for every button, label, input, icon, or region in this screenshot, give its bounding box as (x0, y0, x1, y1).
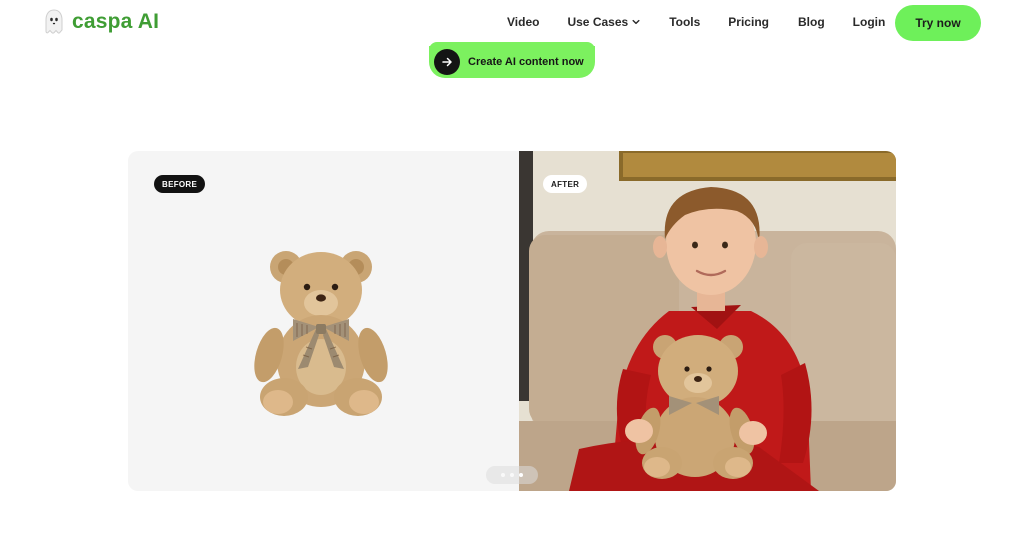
main-nav: Video Use Cases Tools Pricing Blog Login (507, 15, 885, 29)
before-pane: BEFORE (128, 151, 519, 491)
logo-text: caspa AI (72, 10, 160, 33)
nav-login[interactable]: Login (853, 15, 886, 29)
before-after-comparison: BEFORE AFTER (128, 151, 896, 491)
nav-video[interactable]: Video (507, 15, 539, 29)
site-header: caspa AI Video Use Cases Tools Pricing B… (0, 0, 1024, 46)
ghost-logo-icon (45, 9, 63, 34)
nav-use-cases[interactable]: Use Cases (567, 15, 640, 29)
child-with-teddy-image (519, 151, 896, 491)
teddy-bear-image (254, 251, 388, 416)
arrow-right-icon (434, 49, 460, 75)
create-content-button[interactable]: Create AI content now (429, 42, 595, 78)
logo-link[interactable]: caspa AI (44, 9, 159, 35)
arrow-right-glyph (442, 57, 452, 67)
nav-tools[interactable]: Tools (669, 15, 700, 29)
carousel-dot[interactable] (510, 473, 514, 477)
create-content-label: Create AI content now (468, 56, 584, 68)
after-pane: AFTER (519, 151, 896, 491)
nav-pricing[interactable]: Pricing (728, 15, 769, 29)
carousel-dot-active[interactable] (519, 473, 523, 477)
nav-use-cases-label: Use Cases (567, 15, 629, 29)
chevron-down-icon (632, 19, 640, 25)
carousel-dot[interactable] (501, 473, 505, 477)
after-badge: AFTER (543, 175, 588, 193)
carousel-pagination (486, 466, 538, 484)
before-badge: BEFORE (154, 175, 206, 193)
try-now-button[interactable]: Try now (895, 5, 981, 41)
nav-blog[interactable]: Blog (798, 15, 825, 29)
